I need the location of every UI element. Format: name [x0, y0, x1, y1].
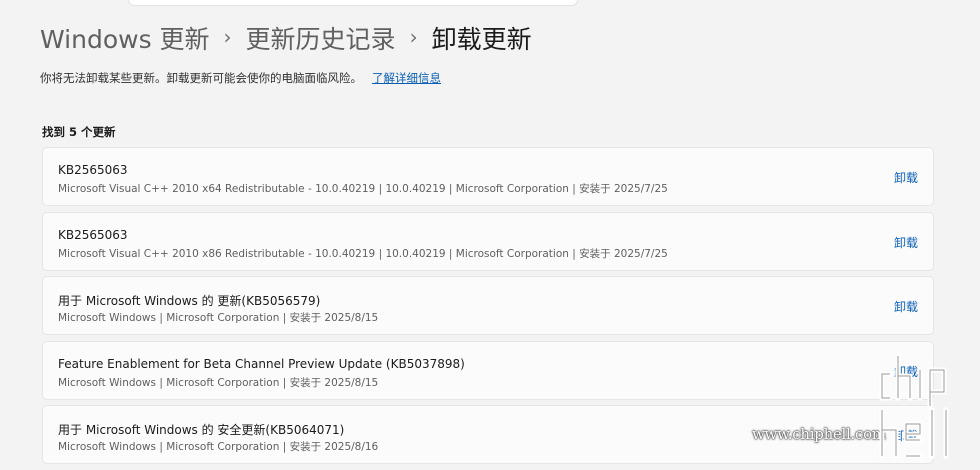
uninstall-button[interactable]: 卸载	[894, 234, 918, 251]
update-list: KB2565063 Microsoft Visual C++ 2010 x64 …	[42, 147, 934, 470]
update-item: KB2565063 Microsoft Visual C++ 2010 x64 …	[42, 147, 934, 206]
update-meta: Microsoft Windows | Microsoft Corporatio…	[58, 441, 379, 453]
update-title: 用于 Microsoft Windows 的 更新(KB5056579)	[58, 294, 321, 308]
breadcrumb: Windows 更新 › 更新历史记录 › 卸载更新	[40, 18, 532, 58]
found-count: 找到 5 个更新	[42, 125, 116, 139]
update-item: Feature Enablement for Beta Channel Prev…	[42, 340, 934, 400]
update-meta: Microsoft Windows | Microsoft Corporatio…	[58, 376, 379, 389]
update-title: 用于 Microsoft Windows 的 安全更新(KB5064071)	[58, 423, 345, 437]
update-meta: Microsoft Windows | Microsoft Corporatio…	[58, 312, 379, 324]
breadcrumb-windows-update[interactable]: Windows 更新	[40, 20, 210, 56]
update-meta: Microsoft Visual C++ 2010 x86 Redistribu…	[58, 247, 668, 260]
update-item: KB2565063 Microsoft Visual C++ 2010 x86 …	[42, 211, 934, 271]
update-title: Feature Enablement for Beta Channel Prev…	[58, 356, 465, 371]
watermark-site: www.chiphell.com	[752, 425, 886, 443]
update-item: 用于 Microsoft Windows 的 更新(KB5056579) Mic…	[42, 276, 934, 335]
update-title: KB2565063	[58, 227, 128, 242]
breadcrumb-update-history[interactable]: 更新历史记录	[246, 20, 396, 56]
search-box-edge[interactable]	[128, 0, 578, 6]
uninstall-button[interactable]: 卸载	[894, 169, 918, 186]
chevron-right-icon: ›	[409, 25, 418, 49]
chevron-right-icon: ›	[223, 25, 232, 49]
uninstall-button[interactable]: 卸载	[894, 298, 918, 315]
update-meta: Microsoft Visual C++ 2010 x64 Redistribu…	[58, 183, 668, 195]
learn-more-link[interactable]: 了解详细信息	[372, 71, 441, 85]
page-title: 卸载更新	[431, 25, 532, 54]
description: 你将无法卸载某些更新。卸载更新可能会使你的电脑面临风险。 了解详细信息	[40, 70, 441, 86]
chiphell-logo-icon	[879, 353, 949, 459]
update-title: KB2565063	[58, 163, 128, 177]
description-text: 你将无法卸载某些更新。卸载更新可能会使你的电脑面临风险。	[40, 71, 362, 85]
